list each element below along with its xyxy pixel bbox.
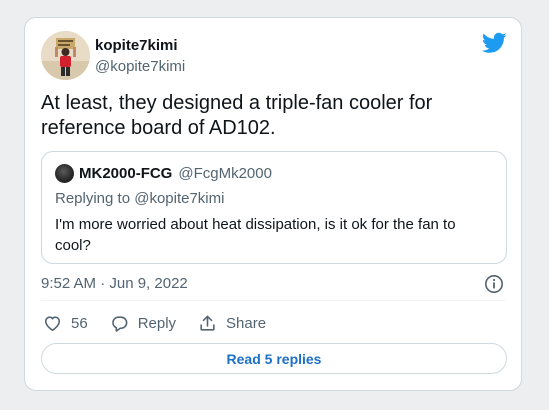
tweet-text: At least, they designed a triple-fan coo…	[41, 92, 433, 139]
author-name[interactable]: kopite7kimi	[95, 37, 185, 55]
read-replies-button[interactable]: Read 5 replies	[41, 343, 507, 374]
twitter-bird-icon[interactable]	[482, 32, 507, 54]
info-icon[interactable]	[484, 274, 504, 294]
tweet-actions: 56 Reply Share	[43, 314, 288, 333]
share-button[interactable]: Share	[198, 314, 266, 333]
author-block[interactable]: kopite7kimi @kopite7kimi	[95, 37, 185, 77]
author-avatar[interactable]	[41, 31, 90, 80]
like-button[interactable]: 56	[43, 314, 88, 333]
tweet-embed-card: kopite7kimi @kopite7kimi At least, they …	[24, 17, 522, 391]
quoted-tweet[interactable]: MK2000-FCG @FcgMk2000 Replying to @kopit…	[41, 151, 507, 264]
quoted-tweet-text: I'm more worried about heat dissipation,…	[55, 216, 456, 254]
share-upload-icon	[200, 315, 215, 331]
quoted-author-avatar[interactable]	[55, 164, 74, 183]
heart-icon	[44, 316, 61, 332]
quoted-tweet-header: MK2000-FCG @FcgMk2000	[55, 164, 272, 183]
quoted-author-name[interactable]: MK2000-FCG	[79, 165, 172, 182]
quoted-author-handle[interactable]: @FcgMk2000	[178, 165, 272, 182]
like-count: 56	[71, 315, 88, 332]
divider	[41, 300, 505, 301]
reply-label: Reply	[137, 315, 177, 332]
avatar-image	[41, 31, 90, 80]
author-handle[interactable]: @kopite7kimi	[95, 57, 185, 77]
tweet-timestamp[interactable]: 9:52 AM · Jun 9, 2022	[41, 275, 188, 292]
reply-bubble-icon	[111, 316, 128, 332]
share-label: Share	[226, 315, 267, 332]
reply-button[interactable]: Reply	[110, 314, 176, 333]
replying-to-label: Replying to @kopite7kimi	[55, 190, 225, 207]
